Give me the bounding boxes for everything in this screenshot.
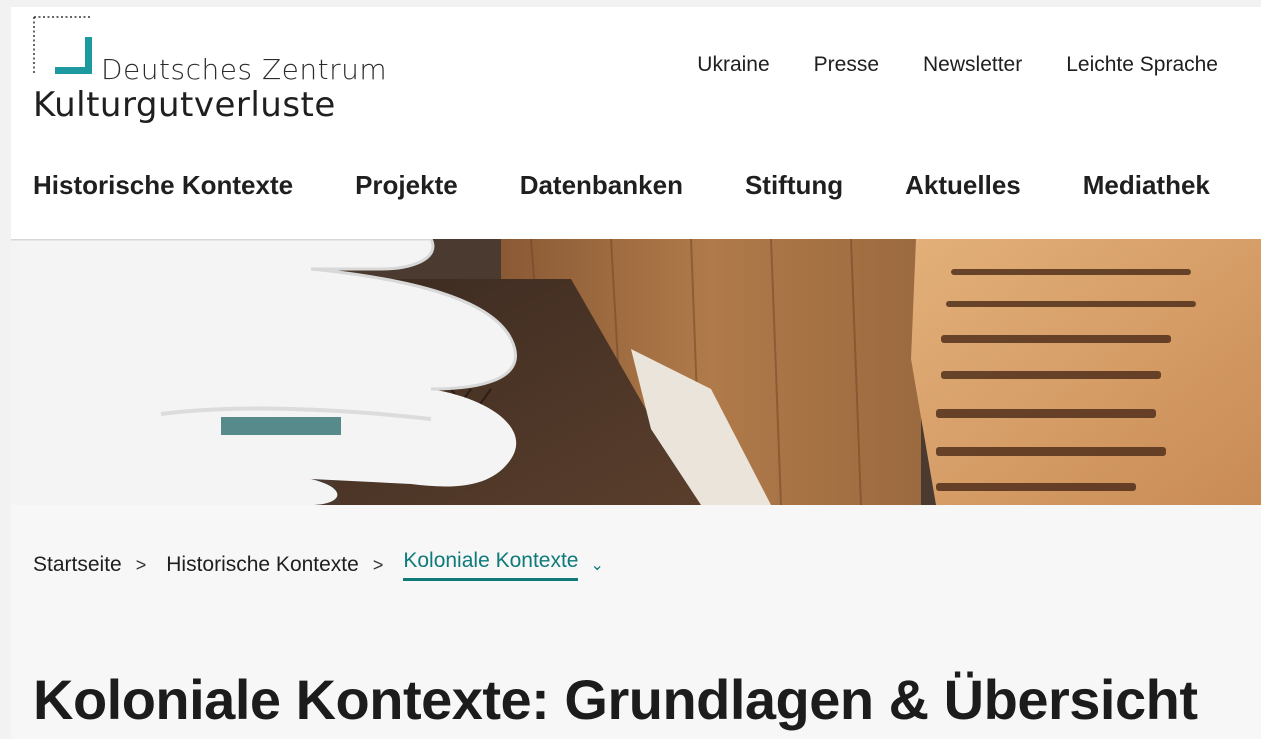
logo-mark-icon <box>33 16 92 75</box>
page-frame: Deutsches Zentrum Kulturgutverluste Ukra… <box>11 7 1261 739</box>
meta-nav-newsletter[interactable]: Newsletter <box>923 53 1022 77</box>
logo-text-line2: Kulturgutverluste <box>33 85 336 125</box>
site-header: Deutsches Zentrum Kulturgutverluste Ukra… <box>11 7 1261 239</box>
page-title: Koloniale Kontexte: Grundlagen & Übersic… <box>33 668 1198 731</box>
meta-nav-presse[interactable]: Presse <box>814 53 879 77</box>
main-nav-projekte[interactable]: Projekte <box>355 170 458 201</box>
main-nav-mediathek[interactable]: Mediathek <box>1083 170 1210 201</box>
breadcrumb-current[interactable]: Koloniale Kontexte <box>403 549 579 581</box>
site-logo[interactable]: Deutsches Zentrum Kulturgutverluste <box>33 15 387 125</box>
main-nav-datenbanken[interactable]: Datenbanken <box>520 170 683 201</box>
meta-navigation: Ukraine Presse Newsletter Leichte Sprach… <box>697 53 1218 77</box>
breadcrumb-startseite[interactable]: Startseite <box>33 553 122 577</box>
breadcrumb-historische-kontexte[interactable]: Historische Kontexte <box>166 553 359 577</box>
meta-nav-ukraine[interactable]: Ukraine <box>697 53 769 77</box>
main-nav-aktuelles[interactable]: Aktuelles <box>905 170 1021 201</box>
logo-text-line1: Deutsches Zentrum <box>101 53 388 86</box>
main-navigation: Historische Kontexte Projekte Datenbanke… <box>33 170 1210 201</box>
breadcrumb-separator: > <box>372 554 384 575</box>
main-nav-historische-kontexte[interactable]: Historische Kontexte <box>33 170 293 201</box>
main-nav-stiftung[interactable]: Stiftung <box>745 170 843 201</box>
hero-image <box>11 239 1261 505</box>
breadcrumb: Startseite > Historische Kontexte > Kolo… <box>33 549 604 581</box>
chevron-down-icon[interactable]: ⌄ <box>590 555 603 575</box>
breadcrumb-separator: > <box>135 554 147 575</box>
meta-nav-leichte-sprache[interactable]: Leichte Sprache <box>1066 53 1218 77</box>
